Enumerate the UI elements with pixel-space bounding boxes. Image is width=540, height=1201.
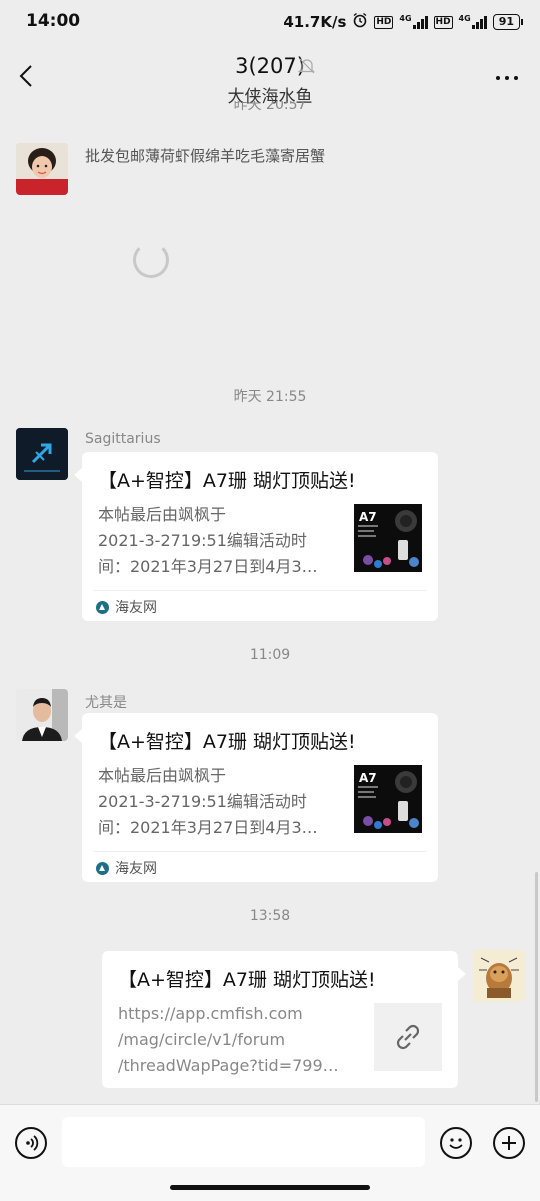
hd-badge-2: HD — [433, 15, 453, 29]
source-name: 海友网 — [115, 600, 157, 616]
source-logo-icon — [96, 861, 109, 875]
signal-icon-1 — [412, 15, 428, 29]
time-label: 13:58 — [249, 908, 291, 924]
avatar[interactable] — [16, 689, 68, 741]
link-card[interactable]: 【A+智控】A7珊 瑚灯顶贴送! 本帖最后由飒枫于 2021-3-2719:51… — [74, 452, 438, 621]
card-thumbnail: A7 — [354, 765, 422, 833]
input-bar — [0, 1104, 540, 1201]
signal-icon-2 — [471, 15, 487, 29]
time-label: 昨天 21:55 — [233, 389, 307, 405]
divider — [94, 851, 426, 852]
more-options-icon[interactable] — [496, 76, 518, 80]
card-description: 本帖最后由飒枫于 2021-3-2719:51编辑活动时 间：2021年3月27… — [98, 766, 318, 837]
chat-title: 3(207) — [235, 54, 305, 78]
card-thumbnail: A7 — [354, 504, 422, 572]
time-label: 11:09 — [249, 647, 291, 663]
network-type-2: 4G — [458, 14, 471, 23]
sender-name: Sagittarius — [85, 431, 161, 447]
emoji-icon[interactable] — [440, 1127, 472, 1159]
link-card[interactable]: 【A+智控】A7珊 瑚灯顶贴送! 本帖最后由飒枫于 2021-3-2719:51… — [74, 713, 438, 882]
avatar[interactable] — [16, 143, 68, 195]
divider — [94, 590, 426, 591]
card-source: 海友网 — [96, 597, 157, 617]
status-time: 14:00 — [26, 11, 81, 31]
loading-spinner-icon — [133, 242, 169, 278]
time-label-partial: 昨天 20:57 — [233, 101, 307, 113]
sender-name: 尤其是 — [85, 695, 127, 711]
alarm-icon — [352, 12, 368, 32]
hd-badge-1: HD — [374, 15, 394, 29]
card-description: 本帖最后由飒枫于 2021-3-2719:51编辑活动时 间：2021年3月27… — [98, 505, 318, 576]
network-type-1: 4G — [399, 14, 412, 23]
battery-icon: 91 — [492, 14, 524, 30]
card-url: https://app.cmfish.com /mag/circle/v1/fo… — [118, 1004, 339, 1075]
link-icon — [374, 1003, 442, 1071]
voice-input-icon[interactable] — [15, 1127, 47, 1159]
avatar-self[interactable] — [473, 950, 525, 1002]
message-text: 批发包邮薄荷虾假绵羊吃毛藻寄居蟹 — [85, 147, 326, 165]
link-card-sent[interactable]: 【A+智控】A7珊 瑚灯顶贴送! https://app.cmfish.com … — [102, 951, 466, 1088]
home-indicator[interactable] — [170, 1185, 370, 1190]
source-name: 海友网 — [115, 861, 157, 877]
scrollbar[interactable] — [535, 872, 538, 1102]
avatar[interactable] — [16, 428, 68, 480]
add-more-icon[interactable] — [493, 1127, 525, 1159]
card-title: 【A+智控】A7珊 瑚灯顶贴送! — [98, 731, 356, 753]
message-input[interactable] — [62, 1117, 425, 1167]
svg-text:A7: A7 — [359, 771, 377, 785]
net-speed: 41.7K/s — [283, 13, 347, 31]
card-source: 海友网 — [96, 858, 157, 878]
card-title: 【A+智控】A7珊 瑚灯顶贴送! — [98, 470, 356, 492]
mute-bell-icon — [298, 57, 316, 75]
source-logo-icon — [96, 600, 109, 614]
svg-text:A7: A7 — [359, 510, 377, 524]
card-title: 【A+智控】A7珊 瑚灯顶贴送! — [118, 969, 376, 991]
status-indicators: 41.7K/s HD 4G HD 4G 91 — [283, 12, 524, 32]
status-bar: 14:00 41.7K/s HD 4G HD 4G 91 — [0, 0, 540, 44]
